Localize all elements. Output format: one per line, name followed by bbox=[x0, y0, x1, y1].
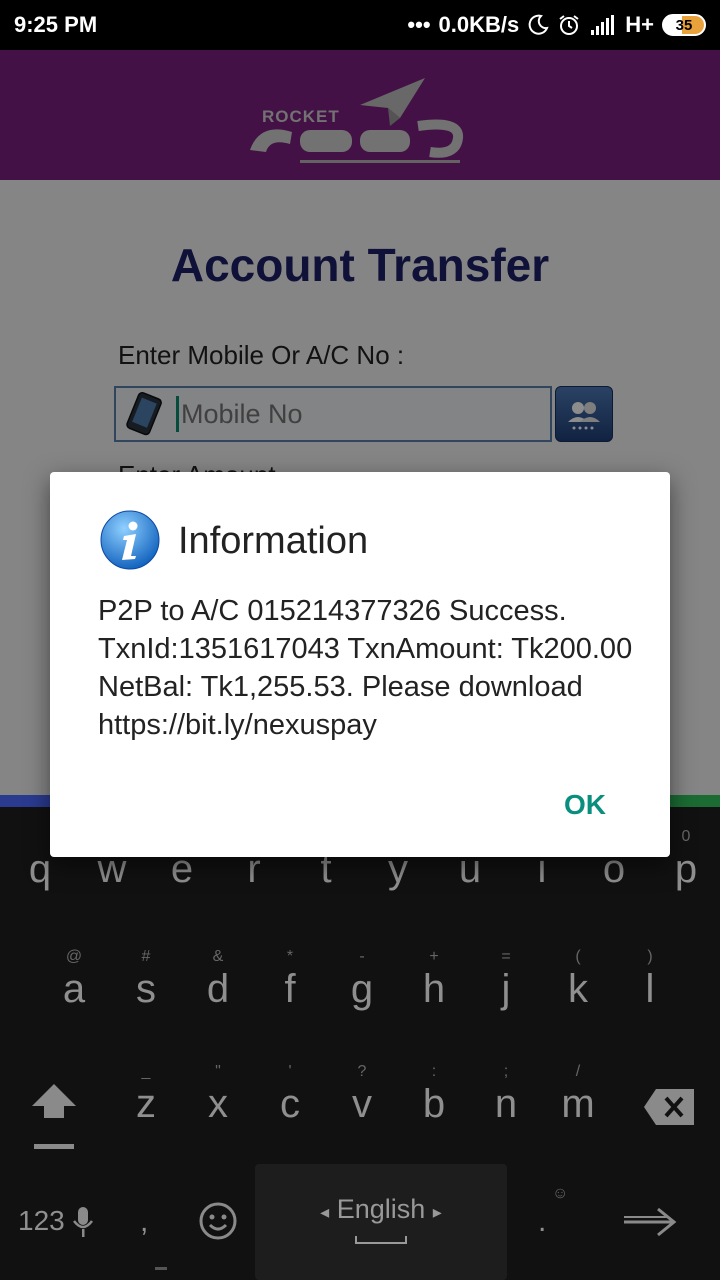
information-dialog: Information P2P to A/C 015214377326 Succ… bbox=[50, 472, 670, 857]
key-hint: ; bbox=[503, 1063, 509, 1080]
key-j[interactable]: = j bbox=[476, 947, 536, 1012]
key-hint: " bbox=[215, 1063, 221, 1080]
numbers-key[interactable]: 123 bbox=[18, 1205, 65, 1237]
key-h[interactable]: + h bbox=[404, 947, 464, 1012]
space-bar[interactable]: ◂ English ▸ bbox=[255, 1164, 507, 1280]
battery-level: 35 bbox=[675, 16, 693, 34]
key-z[interactable]: _ z bbox=[116, 1062, 176, 1127]
key-hint: / bbox=[575, 1063, 581, 1080]
key-k[interactable]: (k bbox=[548, 947, 608, 1012]
key-label: k bbox=[568, 967, 588, 1011]
key-d[interactable]: & d bbox=[188, 947, 248, 1012]
dialog-title: Information bbox=[178, 520, 369, 562]
key-label: m bbox=[561, 1082, 595, 1126]
key-hint: _ bbox=[141, 1063, 151, 1080]
info-icon bbox=[100, 510, 160, 570]
key-hint: ? bbox=[357, 1063, 367, 1080]
key-label: d bbox=[206, 967, 230, 1011]
backspace-icon[interactable] bbox=[642, 1087, 696, 1127]
smile-hint-icon: ☺ bbox=[552, 1185, 569, 1202]
key-hint: & bbox=[212, 948, 224, 965]
notification-dots: ••• bbox=[407, 12, 431, 37]
nav-handle bbox=[155, 1267, 167, 1270]
key-v[interactable]: ? v bbox=[332, 1062, 392, 1127]
key-label: c bbox=[280, 1082, 300, 1126]
alarm-icon bbox=[559, 15, 579, 35]
key-hint: ' bbox=[288, 1063, 292, 1080]
network-speed: 0.0KB/s bbox=[438, 12, 520, 37]
language-indicator: ◂ English ▸ bbox=[255, 1194, 507, 1225]
space-icon bbox=[355, 1236, 407, 1244]
key-label: b bbox=[422, 1082, 446, 1126]
language-label: English bbox=[336, 1194, 426, 1224]
moon-icon bbox=[528, 14, 549, 35]
battery-icon: 35 bbox=[662, 14, 706, 36]
status-right-group: ••• 0.0KB/s H+ 35 bbox=[407, 12, 706, 38]
key-hint: + bbox=[429, 948, 439, 965]
period-key[interactable]: . bbox=[538, 1205, 546, 1239]
key-c[interactable]: ' c bbox=[260, 1062, 320, 1127]
key-label: q bbox=[28, 847, 52, 891]
key-l[interactable]: ) l bbox=[620, 947, 680, 1012]
key-s[interactable]: # s bbox=[116, 947, 176, 1012]
key-hint: # bbox=[141, 948, 151, 965]
comma-key[interactable]: , bbox=[140, 1205, 148, 1239]
key-x[interactable]: " x bbox=[188, 1062, 248, 1127]
chevron-left-icon: ◂ bbox=[320, 1202, 330, 1222]
key-hint: ) bbox=[647, 948, 653, 965]
key-label: n bbox=[494, 1082, 518, 1126]
key-a[interactable]: @ a bbox=[44, 947, 104, 1012]
key-hint: : bbox=[431, 1063, 437, 1080]
key-label: s bbox=[136, 967, 156, 1011]
key-label: a bbox=[62, 967, 86, 1011]
soft-keyboard: q w e r t y u i o 0p @ a # s & d * f -g + h =… bbox=[0, 807, 720, 1280]
key-label: x bbox=[208, 1082, 228, 1126]
key-hint: ( bbox=[575, 948, 581, 965]
key-hint: = bbox=[501, 948, 511, 965]
key-label: g bbox=[350, 967, 374, 1011]
key-m[interactable]: / m bbox=[548, 1062, 608, 1127]
microphone-icon[interactable] bbox=[72, 1205, 94, 1239]
key-g[interactable]: -g bbox=[332, 947, 392, 1012]
key-label: j bbox=[501, 967, 511, 1011]
key-hint: * bbox=[286, 948, 294, 965]
chevron-right-icon: ▸ bbox=[432, 1202, 442, 1222]
key-f[interactable]: * f bbox=[260, 947, 320, 1012]
enter-arrow-icon[interactable] bbox=[622, 1205, 678, 1239]
status-bar: 9:25 PM ••• 0.0KB/s H+ 35 bbox=[0, 0, 720, 50]
key-hint: - bbox=[359, 948, 365, 965]
key-label: h bbox=[422, 967, 446, 1011]
emoji-icon[interactable] bbox=[198, 1201, 238, 1241]
key-label: l bbox=[645, 967, 655, 1011]
key-label: v bbox=[352, 1082, 372, 1126]
signal-icon bbox=[591, 15, 615, 35]
dialog-message: P2P to A/C 015214377326 Success. TxnId:1… bbox=[98, 595, 633, 741]
key-label: z bbox=[136, 1082, 156, 1126]
key-label: p bbox=[674, 847, 698, 891]
network-type: H+ bbox=[625, 12, 654, 37]
key-b[interactable]: :b bbox=[404, 1062, 464, 1127]
shift-key-icon[interactable] bbox=[30, 1082, 78, 1152]
key-hint: @ bbox=[65, 948, 83, 965]
status-time: 9:25 PM bbox=[14, 12, 98, 37]
key-n[interactable]: ; n bbox=[476, 1062, 536, 1127]
ok-button[interactable]: OK bbox=[550, 785, 620, 825]
key-label: f bbox=[284, 967, 296, 1011]
